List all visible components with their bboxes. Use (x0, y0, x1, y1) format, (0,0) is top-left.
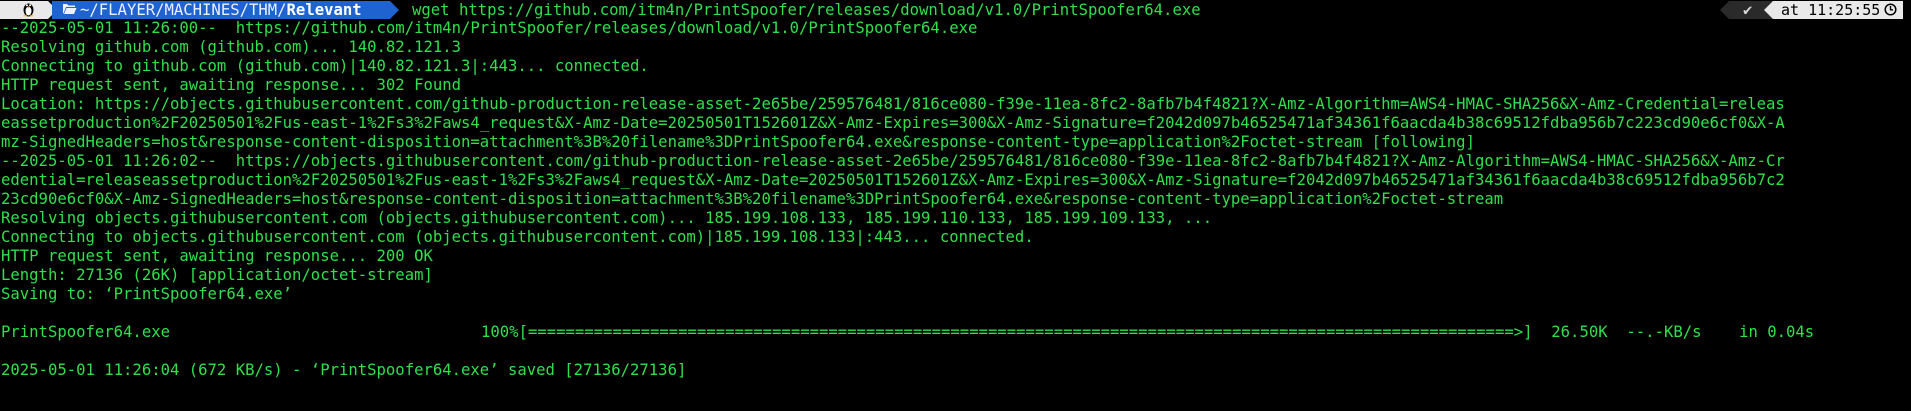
clock-icon (1884, 1, 1897, 19)
directory-segment: ~/FLAYER/MACHINES/THM/Relevant (52, 1, 399, 19)
output-line: Resolving objects.githubusercontent.com … (1, 209, 1213, 227)
output-line: Connecting to github.com (github.com)|14… (1, 57, 649, 75)
output-line: --2025-05-01 11:26:02-- https://objects.… (1, 152, 1785, 170)
output-line: 2025-05-01 11:26:04 (672 KB/s) - ‘PrintS… (1, 361, 687, 379)
folder-open-icon (62, 1, 77, 19)
current-path: ~/FLAYER/MACHINES/THM/Relevant (80, 1, 362, 19)
output-line: 23cd90e6cf0&X-Amz-SignedHeaders=host&res… (1, 190, 1504, 208)
progress-eta: in 0.04s (1739, 323, 1815, 341)
penguin-icon (22, 1, 35, 20)
progress-bar: [=======================================… (518, 323, 1533, 341)
output-line: HTTP request sent, awaiting response... … (1, 247, 433, 265)
output-line: mz-SignedHeaders=host&response-content-d… (1, 133, 1475, 151)
output-line: Saving to: ‘PrintSpoofer64.exe’ (1, 285, 293, 303)
output-line: Resolving github.com (github.com)... 140… (1, 38, 462, 56)
output-line: Location: https://objects.githubusercont… (1, 95, 1785, 113)
output-line: Length: 27136 (26K) [application/octet-s… (1, 266, 433, 284)
progress-filename: PrintSpoofer64.exe (1, 323, 170, 341)
terminal-window[interactable]: ~/FLAYER/MACHINES/THM/Relevant wget http… (0, 0, 1911, 411)
time-segment: at 11:25:55 (1764, 1, 1903, 19)
command-text: wget https://github.com/itm4n/PrintSpoof… (412, 1, 1201, 19)
output-line: eassetproduction%2F20250501%2Fus-east-1%… (1, 114, 1785, 132)
os-segment (0, 1, 57, 20)
path-prefix: ~/FLAYER/MACHINES/THM/ (80, 1, 287, 19)
output-line: edential=releaseassetproduction%2F202505… (1, 171, 1785, 189)
output-line: Connecting to objects.githubusercontent.… (1, 228, 1034, 246)
prompt-line: ~/FLAYER/MACHINES/THM/Relevant wget http… (0, 0, 1911, 21)
progress-size: 26.50K (1551, 323, 1608, 341)
download-progress: PrintSpoofer64.exe 100%[=================… (1, 323, 1906, 342)
output-line: HTTP request sent, awaiting response... … (1, 76, 462, 94)
progress-rate: --.-KB/s (1626, 323, 1702, 341)
terminal-output: --2025-05-01 11:26:00-- https://github.c… (1, 19, 1906, 380)
right-prompt: ✔ at 11:25:55 (1720, 1, 1903, 19)
path-current-dir: Relevant (286, 1, 362, 19)
progress-percent: 100% (481, 323, 519, 341)
check-icon: ✔ (1743, 1, 1753, 19)
prompt-time: at 11:25:55 (1781, 1, 1881, 19)
output-line: --2025-05-01 11:26:00-- https://github.c… (1, 19, 978, 37)
